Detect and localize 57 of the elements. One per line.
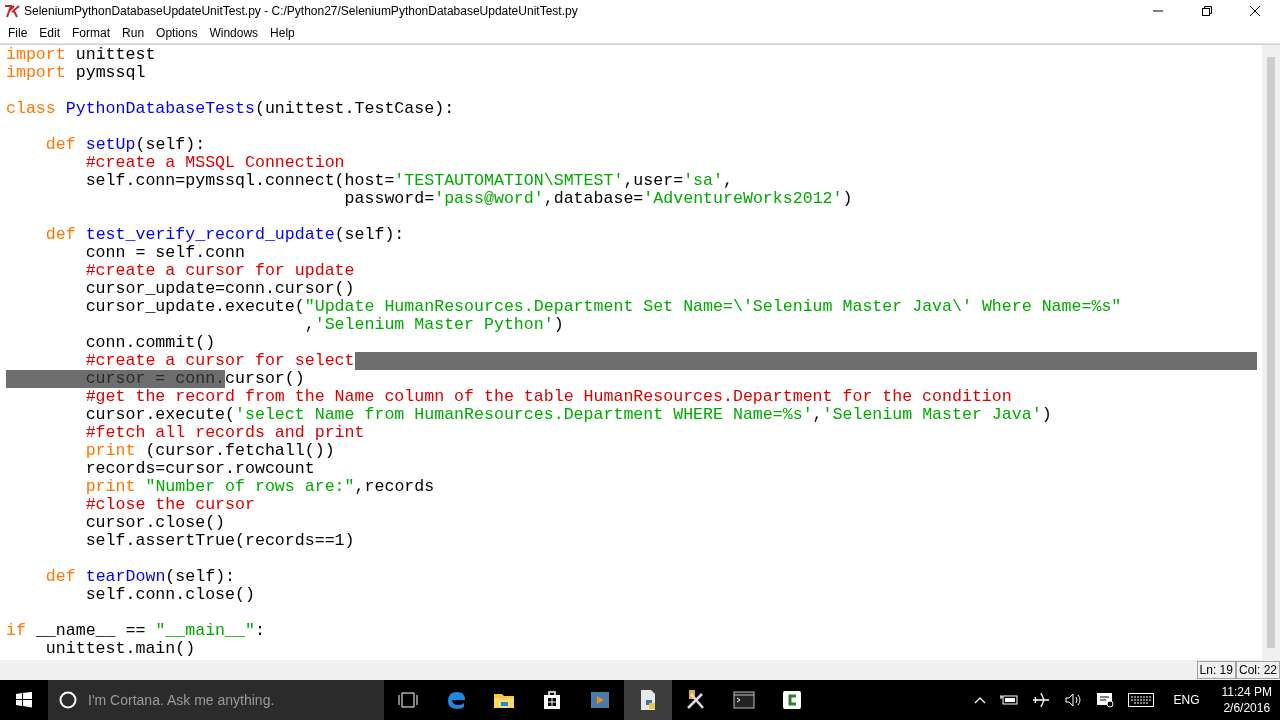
app-icon (4, 4, 20, 18)
code-line: ,'Selenium Master Python') (303, 316, 564, 334)
clock-date[interactable]: 2/6/2016 (1223, 700, 1271, 716)
code-line: unittest.main() (44, 640, 196, 658)
code-line: print "Number of rows are:",records (84, 478, 435, 496)
restore-icon[interactable] (1201, 5, 1213, 17)
airplane-icon[interactable] (1031, 692, 1050, 708)
menu-item[interactable]: Options (150, 23, 204, 42)
menu-item[interactable]: Edit (33, 23, 67, 42)
code-line: #close the cursor (84, 496, 255, 514)
code-line: if __name__ == "__main__": (6, 622, 265, 640)
notification-icon[interactable] (1095, 692, 1114, 708)
start-icon[interactable] (16, 692, 32, 708)
window-title: SeleniumPythonDatabaseUpdateUnitTest.py - C:/Python27/SeleniumPythonDatabaseUpdateUnitTest.py (24, 3, 578, 20)
letter-c-icon (780, 688, 804, 712)
code-line: cursor.execute('select Name from HumanResources.Department WHERE Name=%s','Selenium Master Java') (84, 406, 1052, 424)
code-line: #get the record from the Name column of the table HumanResources.Department for the condition (84, 388, 1012, 406)
menu-item[interactable]: Format (66, 23, 117, 42)
terminal-icon (732, 688, 756, 712)
code-line: import pymssql (6, 64, 146, 82)
code-line: def setUp(self): (44, 136, 206, 154)
search-field[interactable]: I'm Cortana. Ask me anything. (48, 680, 384, 720)
menu-item[interactable]: Run (116, 23, 151, 42)
clock-time[interactable]: 11:24 PM (1221, 684, 1272, 700)
code-line: self.conn=pymssql.connect(host='TESTAUTOMATION\SMTEST',user='sa', (84, 172, 733, 190)
column-number-status: Col: 22 (1235, 661, 1280, 679)
menu-item[interactable]: File (2, 23, 34, 42)
code-line: self.assertTrue(records==1) (84, 532, 355, 550)
code-line: def tearDown(self): (44, 568, 236, 586)
code-line: cursor.close() (84, 514, 226, 532)
code-line: import unittest (6, 46, 156, 64)
code-line: cursor = conn.cursor() (6, 370, 305, 388)
menu-item[interactable]: Help (264, 23, 301, 42)
chevron-up-icon[interactable] (973, 696, 986, 704)
battery-icon[interactable] (999, 694, 1018, 706)
taskbar-button[interactable] (624, 680, 672, 720)
cortana-icon (59, 691, 77, 709)
volume-icon[interactable] (1063, 692, 1082, 708)
line-number-status: Ln: 19 (1196, 661, 1236, 679)
scrollbar[interactable] (1262, 45, 1280, 660)
code-line: self.conn.close() (84, 586, 255, 604)
code-line: conn = self.conn (84, 244, 245, 262)
code-line: #create a MSSQL Connection (84, 154, 345, 172)
code-line: #create a cursor for update (84, 262, 355, 280)
code-line: def test_verify_record_update(self): (44, 226, 405, 244)
keyboard-icon[interactable] (1127, 693, 1154, 707)
code-line: cursor_update.execute("Update HumanResources.Department Set Name=\'Selenium Master Java\' Where Name=%s" (84, 298, 1122, 316)
code-line: conn.commit() (84, 334, 216, 352)
code-line: cursor_update=conn.cursor() (84, 280, 355, 298)
code-line: print (cursor.fetchall()) (84, 442, 335, 460)
code-line: class PythonDatabaseTests(unittest.TestCase): (6, 100, 455, 118)
code-line: records=cursor.rowcount (84, 460, 315, 478)
language-indicator[interactable]: ENG (1173, 691, 1200, 709)
menu-item[interactable]: Windows (203, 23, 265, 42)
code-line: #fetch all records and print (84, 424, 365, 442)
code-line: password='pass@word',database='AdventureWorks2012') (343, 190, 853, 208)
close-icon[interactable] (1249, 5, 1261, 17)
